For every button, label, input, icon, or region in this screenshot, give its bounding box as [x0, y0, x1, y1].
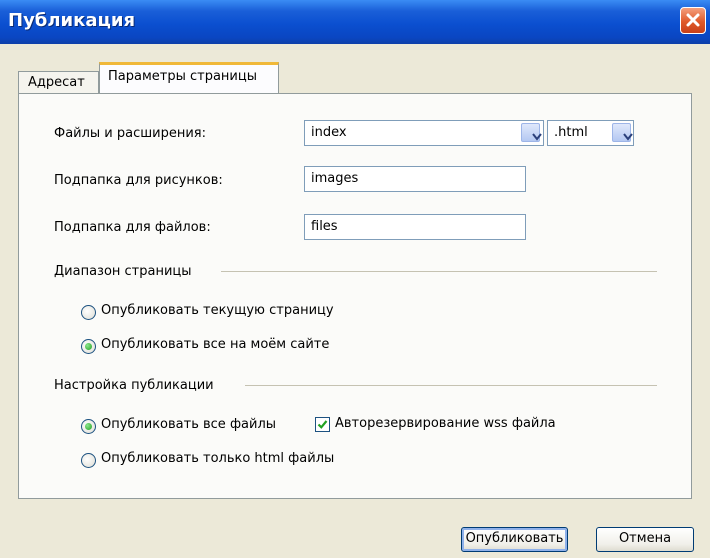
files-subfolder-label: Подпапка для файлов: [54, 220, 211, 235]
cancel-button[interactable]: Отмена [596, 527, 694, 552]
filename-value: index [311, 125, 347, 140]
page-range-group-label: Диапазон страницы [54, 264, 192, 279]
filename-dropdown-button[interactable] [521, 123, 542, 142]
filename-select[interactable]: index [304, 120, 544, 146]
tab-page-settings-label: Параметры страницы [108, 69, 257, 84]
radio-selected-dot [85, 423, 92, 430]
extension-value: .html [554, 125, 588, 140]
tab-page-settings[interactable]: Параметры страницы [99, 62, 279, 95]
tab-recipient[interactable]: Адресат [18, 71, 99, 93]
publish-dialog: Публикация Адресат Параметры страницы Фа… [0, 0, 710, 558]
radio-selected-dot [85, 343, 92, 350]
radio-publish-html-only[interactable] [81, 453, 96, 468]
images-subfolder-input[interactable]: images [304, 166, 526, 192]
radio-publish-current-page[interactable] [81, 305, 96, 320]
files-subfolder-input[interactable]: files [304, 214, 526, 240]
publish-html-only-label: Опубликовать только html файлы [101, 451, 335, 466]
tab-panel: Файлы и расширения: index .html Подпапка… [18, 93, 692, 499]
publish-settings-divider [245, 385, 657, 386]
images-subfolder-label: Подпапка для рисунков: [54, 173, 223, 188]
files-extensions-label: Файлы и расширения: [54, 126, 207, 141]
title-bar[interactable]: Публикация [0, 0, 710, 44]
publish-current-page-label: Опубликовать текущую страницу [101, 303, 334, 318]
extension-select[interactable]: .html [547, 120, 634, 146]
tab-recipient-label: Адресат [28, 75, 85, 90]
publish-button[interactable]: Опубликовать [461, 527, 568, 552]
publish-all-files-label: Опубликовать все файлы [101, 417, 277, 432]
cancel-button-label: Отмена [618, 531, 672, 546]
files-subfolder-value: files [311, 219, 338, 234]
extension-dropdown-button[interactable] [612, 123, 633, 142]
publish-button-label: Опубликовать [465, 531, 564, 546]
close-button[interactable] [680, 7, 706, 34]
images-subfolder-value: images [311, 171, 359, 186]
auto-backup-label: Авторезервирование wss файла [335, 416, 556, 431]
radio-publish-all-files[interactable] [81, 419, 96, 434]
publish-all-site-label: Опубликовать все на моём сайте [101, 337, 330, 352]
auto-backup-checkbox[interactable] [315, 417, 330, 432]
radio-publish-all-site[interactable] [81, 339, 96, 354]
window-title: Публикация [8, 10, 136, 31]
page-range-divider [221, 271, 657, 272]
publish-settings-group-label: Настройка публикации [54, 378, 214, 393]
